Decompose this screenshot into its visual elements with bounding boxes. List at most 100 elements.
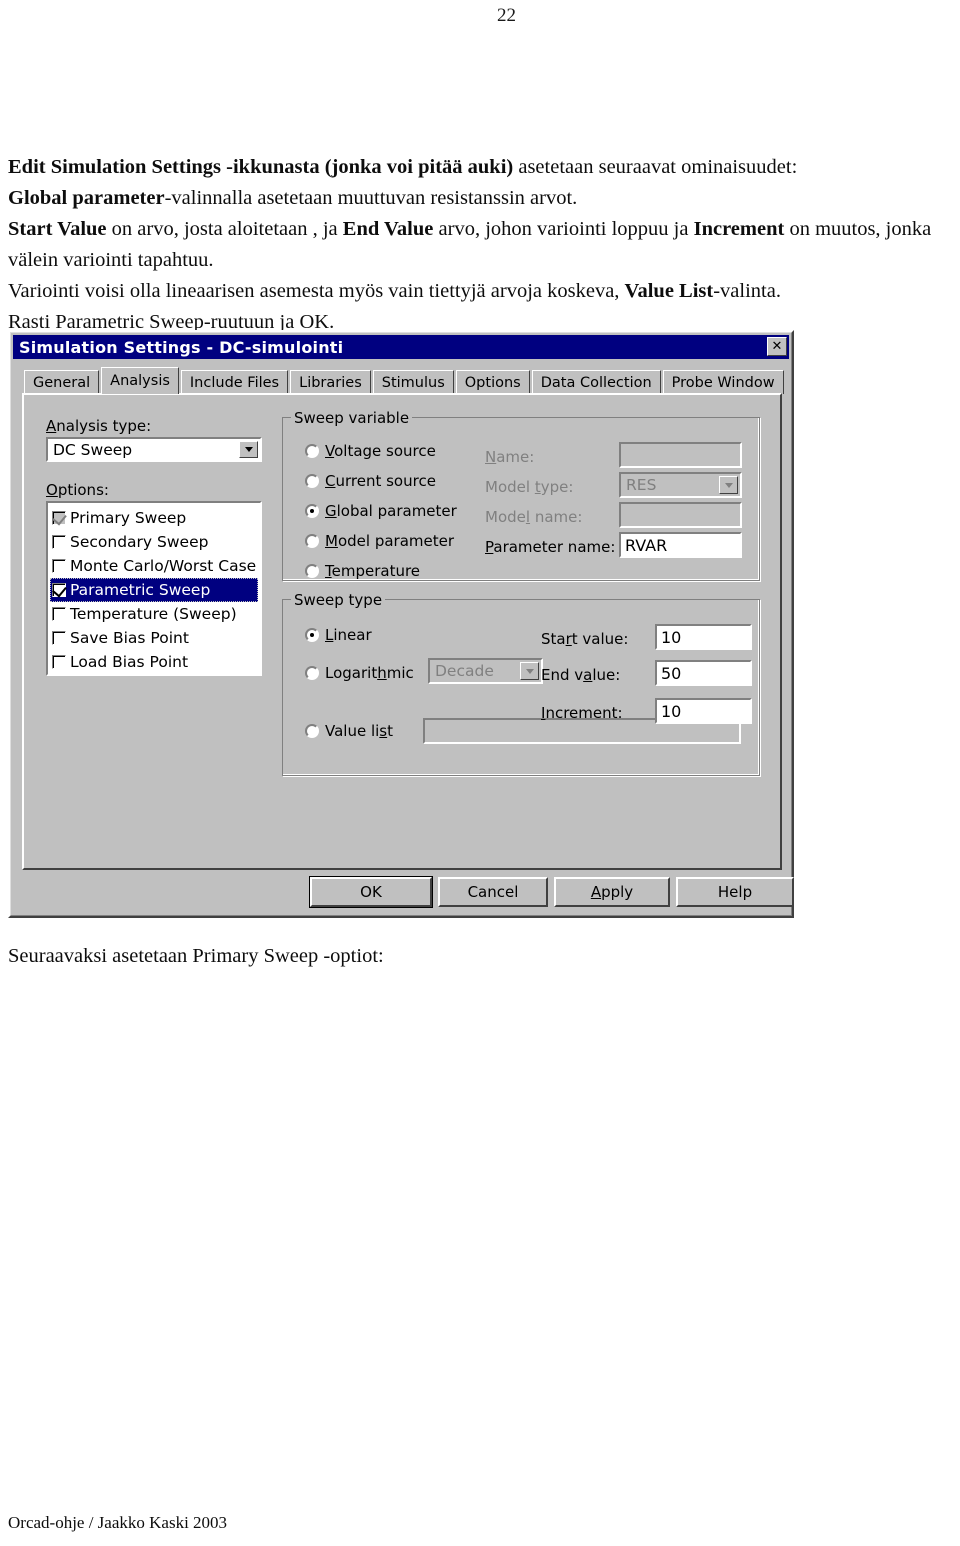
list-item-label: Temperature (Sweep) <box>70 605 237 623</box>
list-item-label: Monte Carlo/Worst Case <box>70 557 257 575</box>
options-accel: O <box>46 481 58 499</box>
list-item-label: Primary Sweep <box>70 509 187 527</box>
checkbox-icon[interactable] <box>52 510 67 526</box>
tab-include-files[interactable]: Include Files <box>180 370 289 394</box>
tab-strip: General Analysis Include Files Libraries Sti… <box>24 367 784 394</box>
close-icon[interactable]: ✕ <box>767 337 787 356</box>
radio-linear-label: Linear <box>325 626 372 644</box>
radio-logarithmic-label: Logarithmic <box>325 664 414 682</box>
tab-label: Stimulus <box>381 374 445 391</box>
increment-input[interactable]: 10 <box>655 698 752 724</box>
options-label-rest: ptions: <box>57 481 109 499</box>
body-text: Edit Simulation Settings -ikkunasta (jon… <box>8 152 954 338</box>
ok-button[interactable]: OK <box>310 877 432 907</box>
text-line1-rest: asetetaan seuraavat ominaisuudet: <box>513 156 798 178</box>
model-type-value: RES <box>626 476 657 494</box>
text-bold-end-value: End Value <box>342 218 434 240</box>
analysis-type-accel: A <box>46 417 57 435</box>
radio-voltage-source[interactable]: Voltage source <box>305 442 436 460</box>
list-item[interactable]: Monte Carlo/Worst Case <box>50 554 258 578</box>
checkbox-icon[interactable] <box>52 607 66 621</box>
model-type-combobox[interactable]: RES <box>619 472 742 498</box>
tab-general[interactable]: General <box>24 370 100 394</box>
cancel-button[interactable]: Cancel <box>438 877 548 907</box>
model-name-input[interactable] <box>619 502 742 528</box>
text-line3-mid-a: on arvo, josta aloitetaan , ja <box>106 218 343 240</box>
log-scale-combobox[interactable]: Decade <box>428 658 543 684</box>
field-label-name: Name: <box>485 448 535 466</box>
checkbox-icon[interactable] <box>52 631 66 645</box>
radio-label: Voltage source <box>325 442 436 460</box>
apply-button[interactable]: Apply <box>554 877 670 907</box>
dialog-titlebar[interactable]: Simulation Settings - DC-simulointi ✕ <box>13 335 789 359</box>
footer-text: Orcad-ohje / Jaakko Kaski 2003 <box>8 1513 228 1532</box>
list-item[interactable]: Save Bias Point <box>50 626 258 650</box>
checkbox-icon[interactable] <box>52 559 66 573</box>
after-note-text: Seuraavaksi asetetaan Primary Sweep -opt… <box>8 945 384 967</box>
radio-logarithmic[interactable]: Logarithmic <box>305 664 414 682</box>
radio-linear-indicator <box>305 628 319 642</box>
analysis-type-combobox[interactable]: DC Sweep <box>46 437 262 462</box>
radio-linear[interactable]: Linear <box>305 626 372 644</box>
radio-indicator <box>305 504 319 518</box>
tab-stimulus[interactable]: Stimulus <box>372 370 454 394</box>
parameter-name-input[interactable]: RVAR <box>619 532 742 558</box>
log-scale-value: Decade <box>435 662 494 680</box>
radio-global-parameter[interactable]: Global parameter <box>305 502 457 520</box>
list-item[interactable]: Temperature (Sweep) <box>50 602 258 626</box>
radio-value-list-indicator <box>305 724 319 738</box>
text-bold-global-parameter: Global parameter <box>8 187 165 209</box>
analysis-tab-panel: Analysis type: DC Sweep Options: Primary… <box>22 393 782 870</box>
tab-label: Analysis <box>110 373 170 389</box>
radio-current-source[interactable]: Current source <box>305 472 436 490</box>
radio-value-list[interactable]: Value list <box>305 722 393 740</box>
start-value-input[interactable]: 10 <box>655 624 752 650</box>
button-label: OK <box>360 883 382 901</box>
tab-label: Include Files <box>189 374 280 391</box>
text-bold-start-value: Start Value <box>8 218 107 240</box>
list-item[interactable]: Parametric Sweep <box>50 578 258 602</box>
radio-model-parameter[interactable]: Model parameter <box>305 532 454 550</box>
checkbox-icon[interactable] <box>52 582 67 598</box>
tab-options[interactable]: Options <box>455 370 530 394</box>
checkbox-icon[interactable] <box>52 535 66 549</box>
chevron-down-icon[interactable] <box>239 441 258 458</box>
checkbox-icon[interactable] <box>52 655 66 669</box>
list-item-label: Parametric Sweep <box>70 581 211 599</box>
chevron-down-icon-model-type[interactable] <box>719 476 738 494</box>
tab-libraries[interactable]: Libraries <box>290 370 371 394</box>
tab-probe-window[interactable]: Probe Window <box>662 370 784 394</box>
tab-data-collection[interactable]: Data Collection <box>531 370 661 394</box>
radio-indicator <box>305 444 319 458</box>
sweep-type-group-title: Sweep type <box>291 591 386 609</box>
analysis-type-value: DC Sweep <box>53 440 133 459</box>
text-line2-rest: -valinnalla asetetaan muuttuvan resistan… <box>164 187 578 209</box>
field-label-model-name: Model name: <box>485 508 583 526</box>
tab-label: General <box>33 374 91 391</box>
tab-label: Libraries <box>299 374 362 391</box>
list-item[interactable]: Load Bias Point <box>50 650 258 674</box>
radio-indicator <box>305 534 319 548</box>
text-line5-a: Variointi voisi olla lineaarisen asemest… <box>8 280 625 302</box>
list-item[interactable]: Secondary Sweep <box>50 530 258 554</box>
analysis-type-label-rest: nalysis type: <box>56 417 152 435</box>
page-number: 22 <box>497 5 516 26</box>
text-line3-mid-b: arvo, johon variointi loppuu ja <box>433 218 694 240</box>
end-value-input[interactable]: 50 <box>655 660 752 686</box>
help-button[interactable]: Help <box>676 877 794 907</box>
increment-label: Increment: <box>541 704 623 722</box>
radio-label: Global parameter <box>325 502 457 520</box>
text-bold-edit-simulation-settings: Edit Simulation Settings -ikkunasta (jon… <box>8 156 514 178</box>
name-input[interactable] <box>619 442 742 468</box>
options-listbox[interactable]: Primary Sweep Secondary Sweep Monte Carlo/… <box>46 501 262 676</box>
text-bold-value-list: Value List <box>624 280 714 302</box>
start-value-label: Start value: <box>541 630 629 648</box>
radio-temperature[interactable]: Temperature <box>305 562 420 580</box>
end-value-text: 50 <box>661 663 682 683</box>
start-value-text: 10 <box>661 627 682 647</box>
list-item[interactable]: Primary Sweep <box>50 506 258 530</box>
tab-analysis[interactable]: Analysis <box>101 367 179 394</box>
chevron-down-icon-log[interactable] <box>520 662 539 680</box>
paragraph-1: Edit Simulation Settings -ikkunasta (jon… <box>8 152 954 338</box>
analysis-type-label: Analysis type: <box>46 417 151 435</box>
